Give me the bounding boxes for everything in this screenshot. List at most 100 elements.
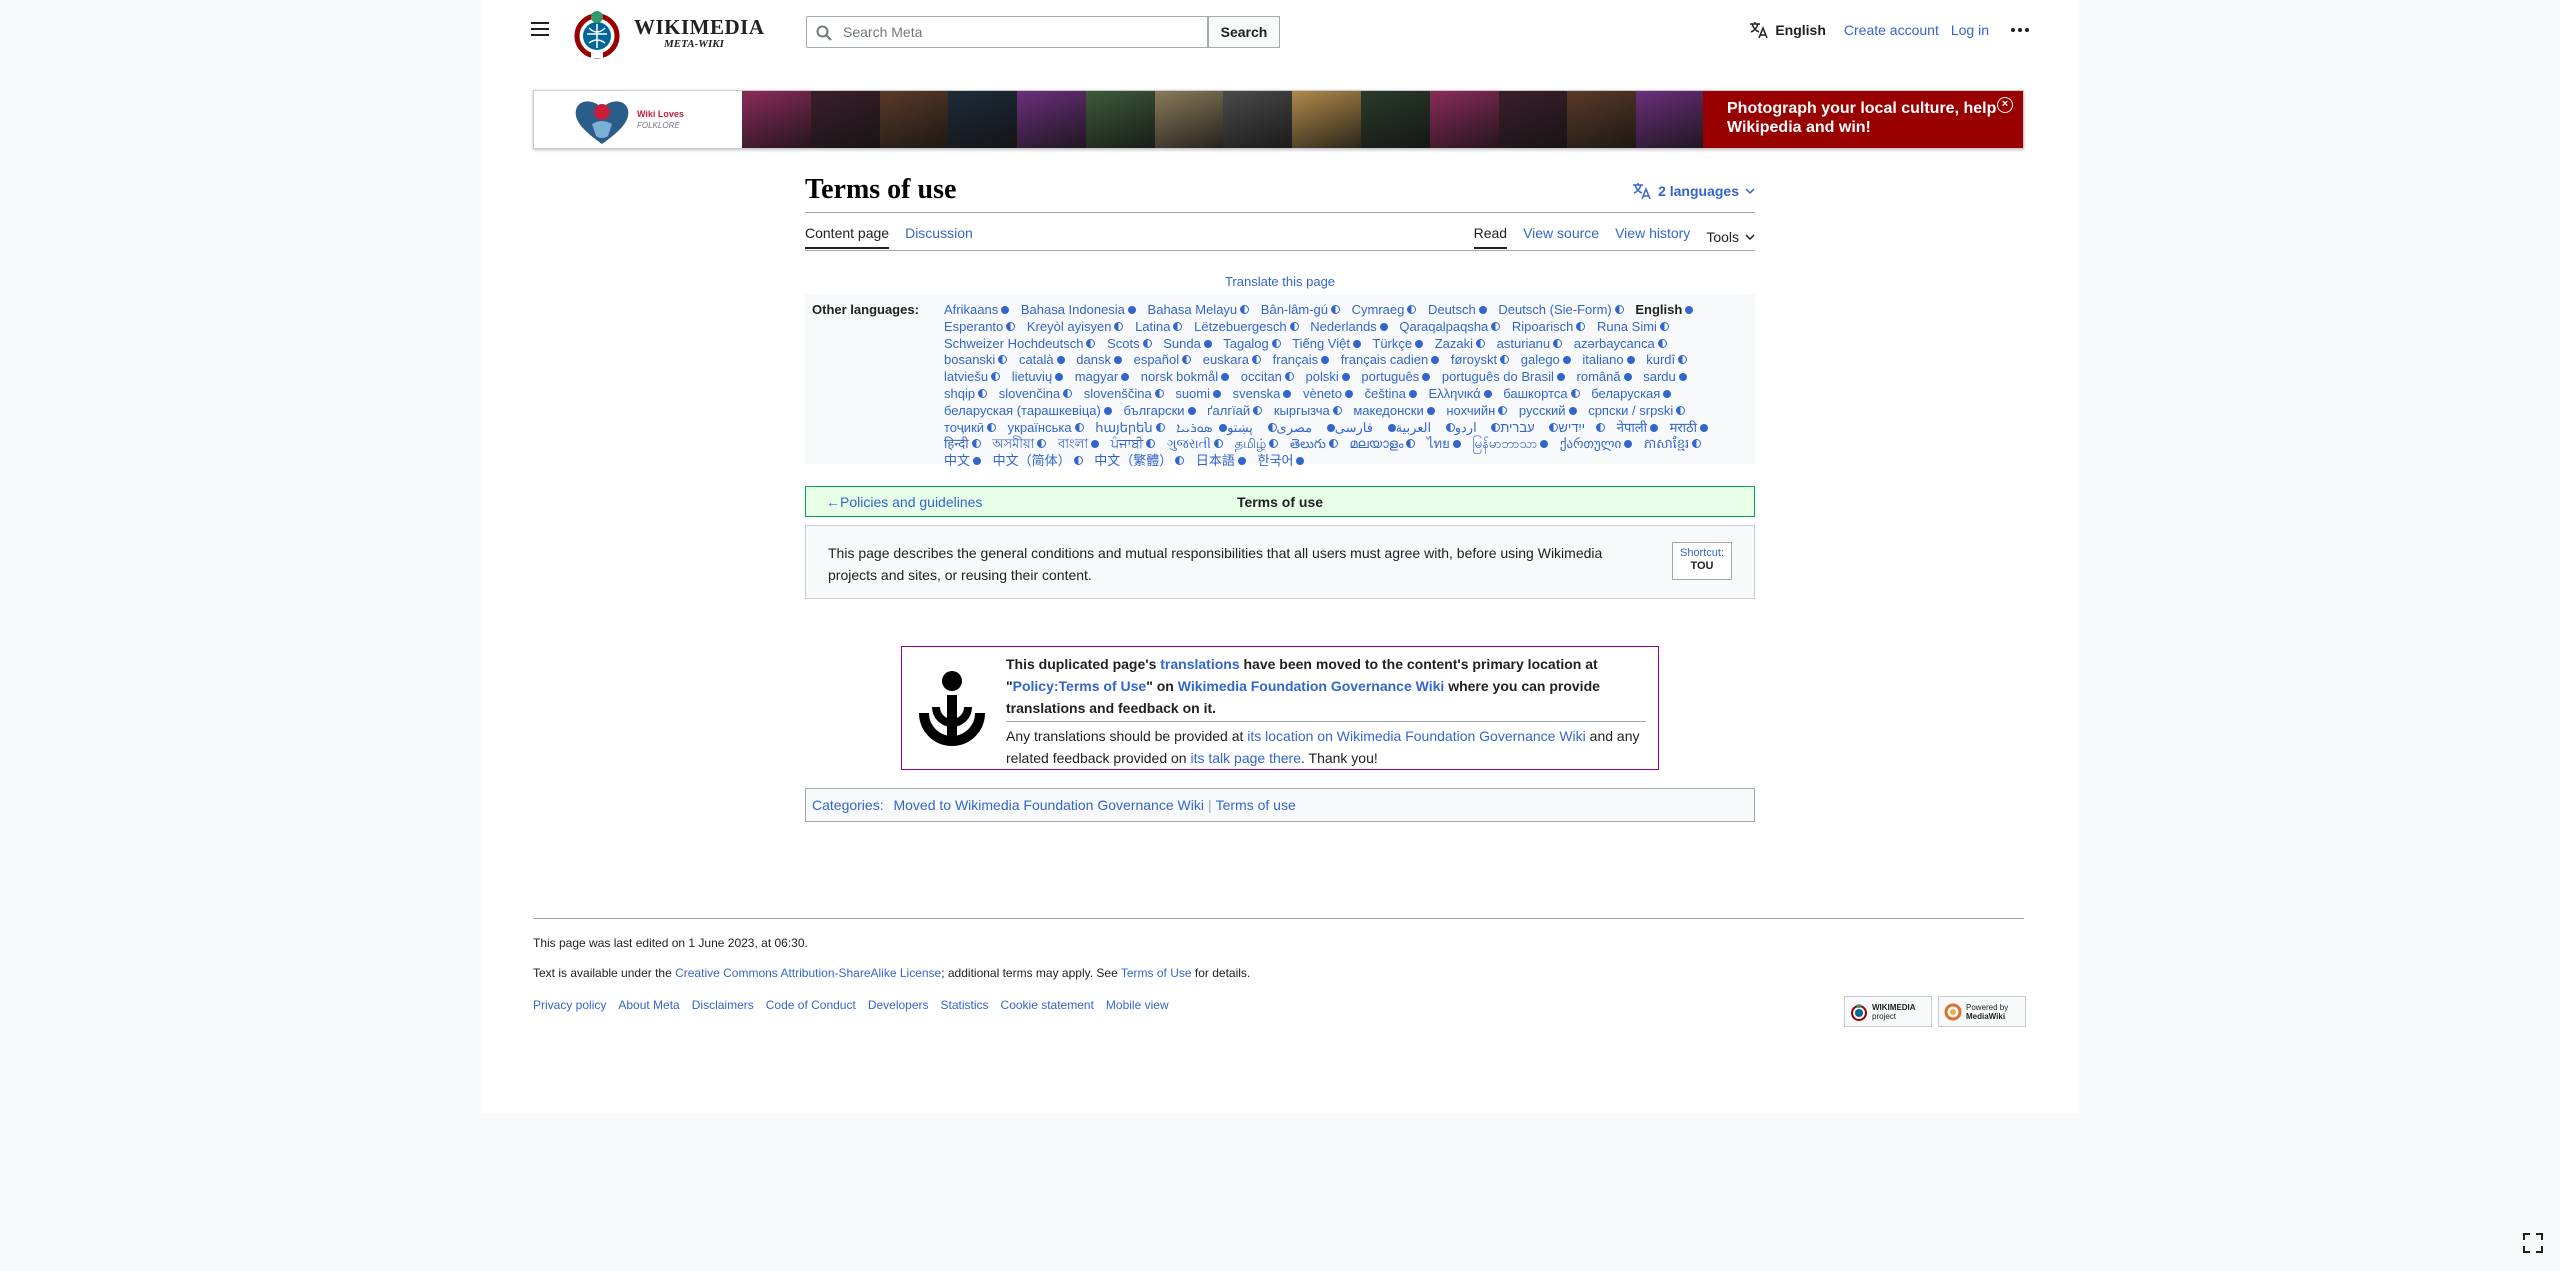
language-link[interactable]: मराठी [1670,420,1708,435]
language-link[interactable]: тоҷикӣ [944,420,996,435]
language-link[interactable]: اردو [1443,420,1477,435]
powered-by-mediawiki-badge[interactable]: Powered by MediaWiki [1938,996,2026,1027]
language-link[interactable]: нохчийн [1446,403,1507,418]
language-link[interactable]: português [1361,369,1430,384]
wikimedia-project-badge[interactable]: WIKIMEDIA project [1844,996,1932,1027]
footer-link-statistics[interactable]: Statistics [941,998,989,1012]
tab-read[interactable]: Read [1473,225,1508,249]
language-link[interactable]: 中文（简体） [993,453,1083,468]
language-link[interactable]: svenska [1233,386,1292,401]
language-link[interactable]: polski [1306,369,1350,384]
language-link[interactable]: עברית [1488,420,1534,435]
tab-view-history[interactable]: View history [1615,225,1690,249]
tab-content-page[interactable]: Content page [805,225,890,249]
language-link[interactable]: русский [1519,403,1577,418]
languages-button[interactable]: 2 languages [1632,182,1755,200]
cc-license-link[interactable]: Creative Commons Attribution-ShareAlike … [675,966,941,980]
language-link[interactable]: Qaraqalpaqsha [1399,319,1500,334]
language-link[interactable]: suomi [1175,386,1221,401]
language-link[interactable]: azərbaycanca [1574,336,1667,351]
language-link[interactable]: العربية [1385,420,1432,435]
language-link[interactable]: 한국어 [1258,453,1305,468]
language-link[interactable]: català [1019,352,1065,367]
language-link[interactable]: français [1273,352,1330,367]
language-link[interactable]: नेपाली [1617,420,1658,435]
footer-link-privacy[interactable]: Privacy policy [533,998,606,1012]
talk-page-link[interactable]: its talk page there [1190,750,1301,766]
banner-cta[interactable]: Photograph your local culture, help Wiki… [1703,91,2023,148]
language-link[interactable]: 中文（繁體） [1094,453,1184,468]
language-link[interactable]: Zazaki [1435,336,1485,351]
language-link[interactable]: հայերեն [1095,420,1164,435]
language-link[interactable]: euskara [1203,352,1261,367]
language-link[interactable]: latviešu [944,369,1000,384]
translations-link[interactable]: translations [1160,656,1239,672]
language-link[interactable]: Bahasa Indonesia [1021,302,1136,317]
footer-link-cookie[interactable]: Cookie statement [1001,998,1094,1012]
language-link[interactable]: lietuvių [1012,369,1063,384]
language-link[interactable]: norsk bokmål [1141,369,1229,384]
language-link[interactable]: slovenčina [999,386,1072,401]
language-link[interactable]: Ripoarisch [1512,319,1585,334]
language-link[interactable]: বাংলা [1058,436,1099,451]
language-link[interactable]: Sunda [1163,336,1212,351]
language-link[interactable]: shqip [944,386,987,401]
create-account-link[interactable]: Create account [1844,22,1939,38]
language-link[interactable]: فارسی [1324,420,1373,435]
footer-link-disclaimers[interactable]: Disclaimers [692,998,754,1012]
language-link[interactable]: 中文 [944,453,981,468]
language-link[interactable]: پښتو [1216,420,1253,435]
language-link[interactable]: Lëtzebuergesch [1194,319,1299,334]
language-link[interactable]: অসমীয়া [992,436,1046,451]
language-link[interactable]: italiano [1582,352,1634,367]
language-link[interactable]: Nederlands [1310,319,1388,334]
category-link[interactable]: Terms of use [1216,797,1296,813]
language-link[interactable]: македонски [1353,403,1434,418]
language-link[interactable]: Bân-lâm-gú [1261,302,1340,317]
language-link[interactable]: Ελληνικά [1428,386,1491,401]
search-button[interactable]: Search [1208,16,1280,48]
language-link[interactable]: ភាសាខ្មែរ [1644,436,1701,451]
language-link[interactable]: ਪੰਜਾਬੀ [1111,436,1156,451]
language-link[interactable]: español [1134,352,1192,367]
translate-page-link[interactable]: Translate this page [1225,274,1335,289]
tools-menu[interactable]: Tools [1706,225,1755,249]
central-notice-banner[interactable]: Wiki Loves FOLKLORE Photograph your loca… [533,90,2024,149]
language-link[interactable]: français cadien [1341,352,1439,367]
language-link[interactable]: ગુજરાતી [1167,436,1223,451]
language-link[interactable]: Cymraeg [1352,302,1417,317]
language-link[interactable]: हिन्दी [944,436,981,451]
language-link[interactable]: dansk [1076,352,1122,367]
language-link[interactable]: Latina [1135,319,1182,334]
language-link[interactable]: Runa Simi [1597,319,1669,334]
banner-close-icon[interactable]: × [1997,97,2013,113]
language-link[interactable]: ไทย [1427,436,1461,451]
language-link[interactable]: Tagalog [1223,336,1281,351]
tab-view-source[interactable]: View source [1523,225,1599,249]
language-link[interactable]: occitan [1241,369,1294,384]
language-link[interactable]: kurdî [1646,352,1687,367]
language-link[interactable]: မြန်မာဘာသာ [1472,436,1548,451]
language-link[interactable]: sardu [1643,369,1687,384]
more-options-icon[interactable] [2011,28,2029,32]
language-link[interactable]: தமிழ் [1235,436,1279,451]
language-link[interactable]: Türkçe [1372,336,1423,351]
language-link[interactable]: ייִדיש [1546,420,1585,435]
governance-location-link[interactable]: its location on Wikimedia Foundation Gov… [1247,728,1586,744]
main-menu-button[interactable] [531,22,549,36]
category-link[interactable]: Moved to Wikimedia Foundation Governance… [893,797,1203,813]
shortcut-label[interactable]: Shortcut: [1680,547,1724,559]
language-link[interactable]: башкортса [1503,386,1579,401]
fullscreen-icon[interactable] [2522,1232,2544,1254]
language-link[interactable]: മലയാളം [1350,436,1416,451]
language-link[interactable]: føroyskt [1451,352,1509,367]
governance-wiki-link[interactable]: Wikimedia Foundation Governance Wiki [1178,678,1445,694]
language-link[interactable]: română [1577,369,1632,384]
language-link[interactable]: Schweizer Hochdeutsch [944,336,1095,351]
search-input[interactable]: Search Meta [806,16,1208,48]
language-link[interactable]: български [1123,403,1195,418]
language-link[interactable]: Scots [1107,336,1152,351]
wikimedia-logo-icon[interactable] [571,8,623,60]
tab-discussion[interactable]: Discussion [905,225,973,249]
language-button[interactable]: English [1749,21,1826,39]
